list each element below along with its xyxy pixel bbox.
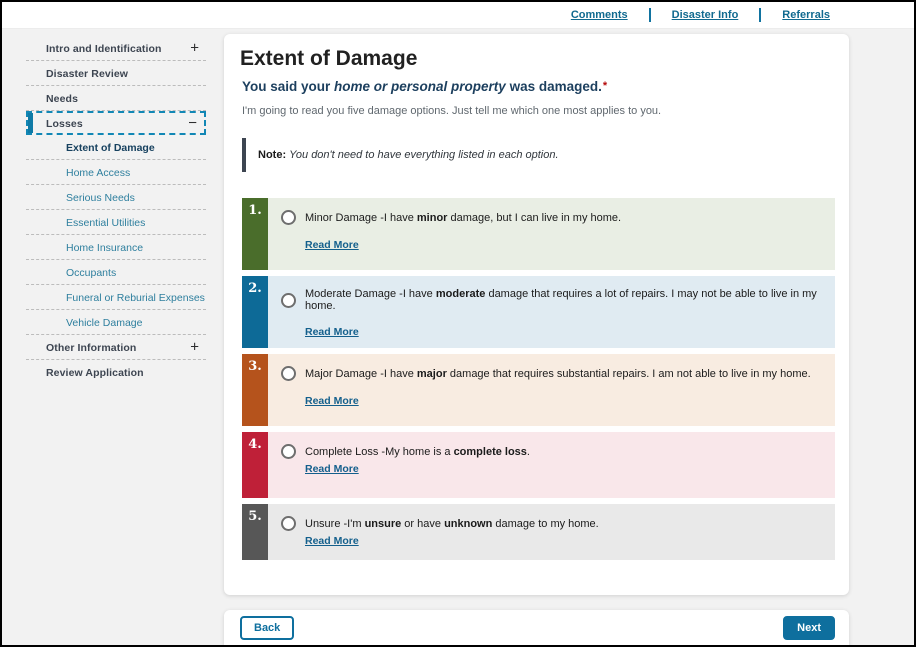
note-label: Note: [258, 149, 286, 161]
option-label: Unsure -I'm unsure or have unknown damag… [305, 518, 599, 530]
option-label: Complete Loss -My home is a complete los… [305, 446, 530, 458]
read-more-link[interactable]: Read More [305, 463, 359, 475]
option-label: Moderate Damage -I have moderate damage … [305, 288, 823, 312]
disaster-info-link[interactable]: Disaster Info [672, 9, 739, 21]
plus-icon[interactable]: + [190, 41, 199, 56]
sidebar-item-label: Extent of Damage [66, 142, 155, 154]
page-title: Extent of Damage [240, 47, 835, 71]
sidebar-item-label: Home Access [66, 167, 130, 179]
sidebar-item-label: Funeral or Reburial Expenses [66, 292, 205, 304]
main-content-panel: Extent of Damage You said your home or p… [224, 34, 849, 595]
question-prefix: You said your [242, 79, 334, 94]
read-more-link[interactable]: Read More [305, 326, 359, 338]
damage-option-row-3: 3. Major Damage -I have major damage tha… [242, 354, 835, 426]
sidebar-item-review-application[interactable]: Review Application [26, 360, 206, 385]
read-more-link[interactable]: Read More [305, 395, 359, 407]
section-navigation: Intro and Identification + Disaster Revi… [26, 36, 206, 385]
sidebar-item-label: Needs [46, 93, 78, 105]
separator [759, 8, 761, 22]
option-number-badge: 4. [242, 432, 268, 498]
sidebar-item-label: Other Information [46, 342, 136, 354]
option-radio[interactable] [281, 516, 296, 531]
sidebar-item-label: Essential Utilities [66, 217, 145, 229]
sidebar-item-home-access[interactable]: Home Access [26, 160, 206, 185]
separator [649, 8, 651, 22]
note-text-body: You don't need to have everything listed… [289, 149, 558, 161]
minus-icon[interactable]: − [188, 116, 197, 131]
option-radio[interactable] [281, 210, 296, 225]
damage-option-row-2: 2. Moderate Damage -I have moderate dama… [242, 276, 835, 348]
sidebar-item-occupants[interactable]: Occupants [26, 260, 206, 285]
footer-action-bar: Back Next [224, 610, 849, 647]
option-label: Minor Damage -I have minor damage, but I… [305, 212, 621, 224]
next-button[interactable]: Next [783, 616, 835, 640]
question-emphasis: home or personal property [334, 79, 506, 94]
sidebar-item-disaster-review[interactable]: Disaster Review [26, 61, 206, 86]
sidebar-item-label: Review Application [46, 367, 144, 379]
read-more-link[interactable]: Read More [305, 239, 359, 251]
sidebar-item-needs[interactable]: Needs [26, 86, 206, 111]
sidebar-item-label: Intro and Identification [46, 43, 162, 55]
sidebar-item-serious-needs[interactable]: Serious Needs [26, 185, 206, 210]
question-suffix: was damaged. [506, 79, 602, 94]
top-link-bar: Comments Disaster Info Referrals [2, 2, 914, 29]
sidebar-item-essential-utilities[interactable]: Essential Utilities [26, 210, 206, 235]
option-number-badge: 2. [242, 276, 268, 348]
comments-link[interactable]: Comments [571, 9, 628, 21]
script-instruction-text: I'm going to read you five damage option… [242, 105, 835, 117]
sidebar-item-other-information[interactable]: Other Information + [26, 335, 206, 360]
sidebar-item-label: Home Insurance [66, 242, 143, 254]
option-radio[interactable] [281, 366, 296, 381]
note-callout: Note: You don't need to have everything … [242, 138, 835, 172]
application-window: Comments Disaster Info Referrals Intro a… [0, 0, 916, 647]
option-number-badge: 5. [242, 504, 268, 560]
question-text: You said your home or personal property … [242, 79, 835, 94]
read-more-link[interactable]: Read More [305, 535, 359, 547]
back-button[interactable]: Back [240, 616, 294, 640]
required-asterisk: * [603, 80, 607, 92]
sidebar-item-label: Serious Needs [66, 192, 135, 204]
damage-options-list: 1. Minor Damage -I have minor damage, bu… [242, 198, 835, 560]
option-radio[interactable] [281, 444, 296, 459]
option-number-badge: 1. [242, 198, 268, 270]
referrals-link[interactable]: Referrals [782, 9, 830, 21]
sidebar-item-label: Disaster Review [46, 68, 128, 80]
sidebar-item-label: Vehicle Damage [66, 317, 142, 329]
sidebar-item-extent-of-damage[interactable]: Extent of Damage [26, 135, 206, 160]
option-number-badge: 3. [242, 354, 268, 426]
note-text: You don't need to have everything listed… [289, 149, 558, 161]
sidebar-item-intro-and-identification[interactable]: Intro and Identification + [26, 36, 206, 61]
sidebar-item-label: Losses [46, 118, 83, 130]
sidebar-item-losses[interactable]: Losses − [26, 111, 206, 135]
damage-option-row-4: 4. Complete Loss -My home is a complete … [242, 432, 835, 498]
sidebar-item-funeral-or-reburial-expenses[interactable]: Funeral or Reburial Expenses [26, 285, 206, 310]
sidebar-item-label: Occupants [66, 267, 116, 279]
plus-icon[interactable]: + [190, 340, 199, 355]
sidebar-item-home-insurance[interactable]: Home Insurance [26, 235, 206, 260]
option-radio[interactable] [281, 293, 296, 308]
damage-option-row-5: 5. Unsure -I'm unsure or have unknown da… [242, 504, 835, 560]
sidebar-item-vehicle-damage[interactable]: Vehicle Damage [26, 310, 206, 335]
damage-option-row-1: 1. Minor Damage -I have minor damage, bu… [242, 198, 835, 270]
option-label: Major Damage -I have major damage that r… [305, 368, 811, 380]
